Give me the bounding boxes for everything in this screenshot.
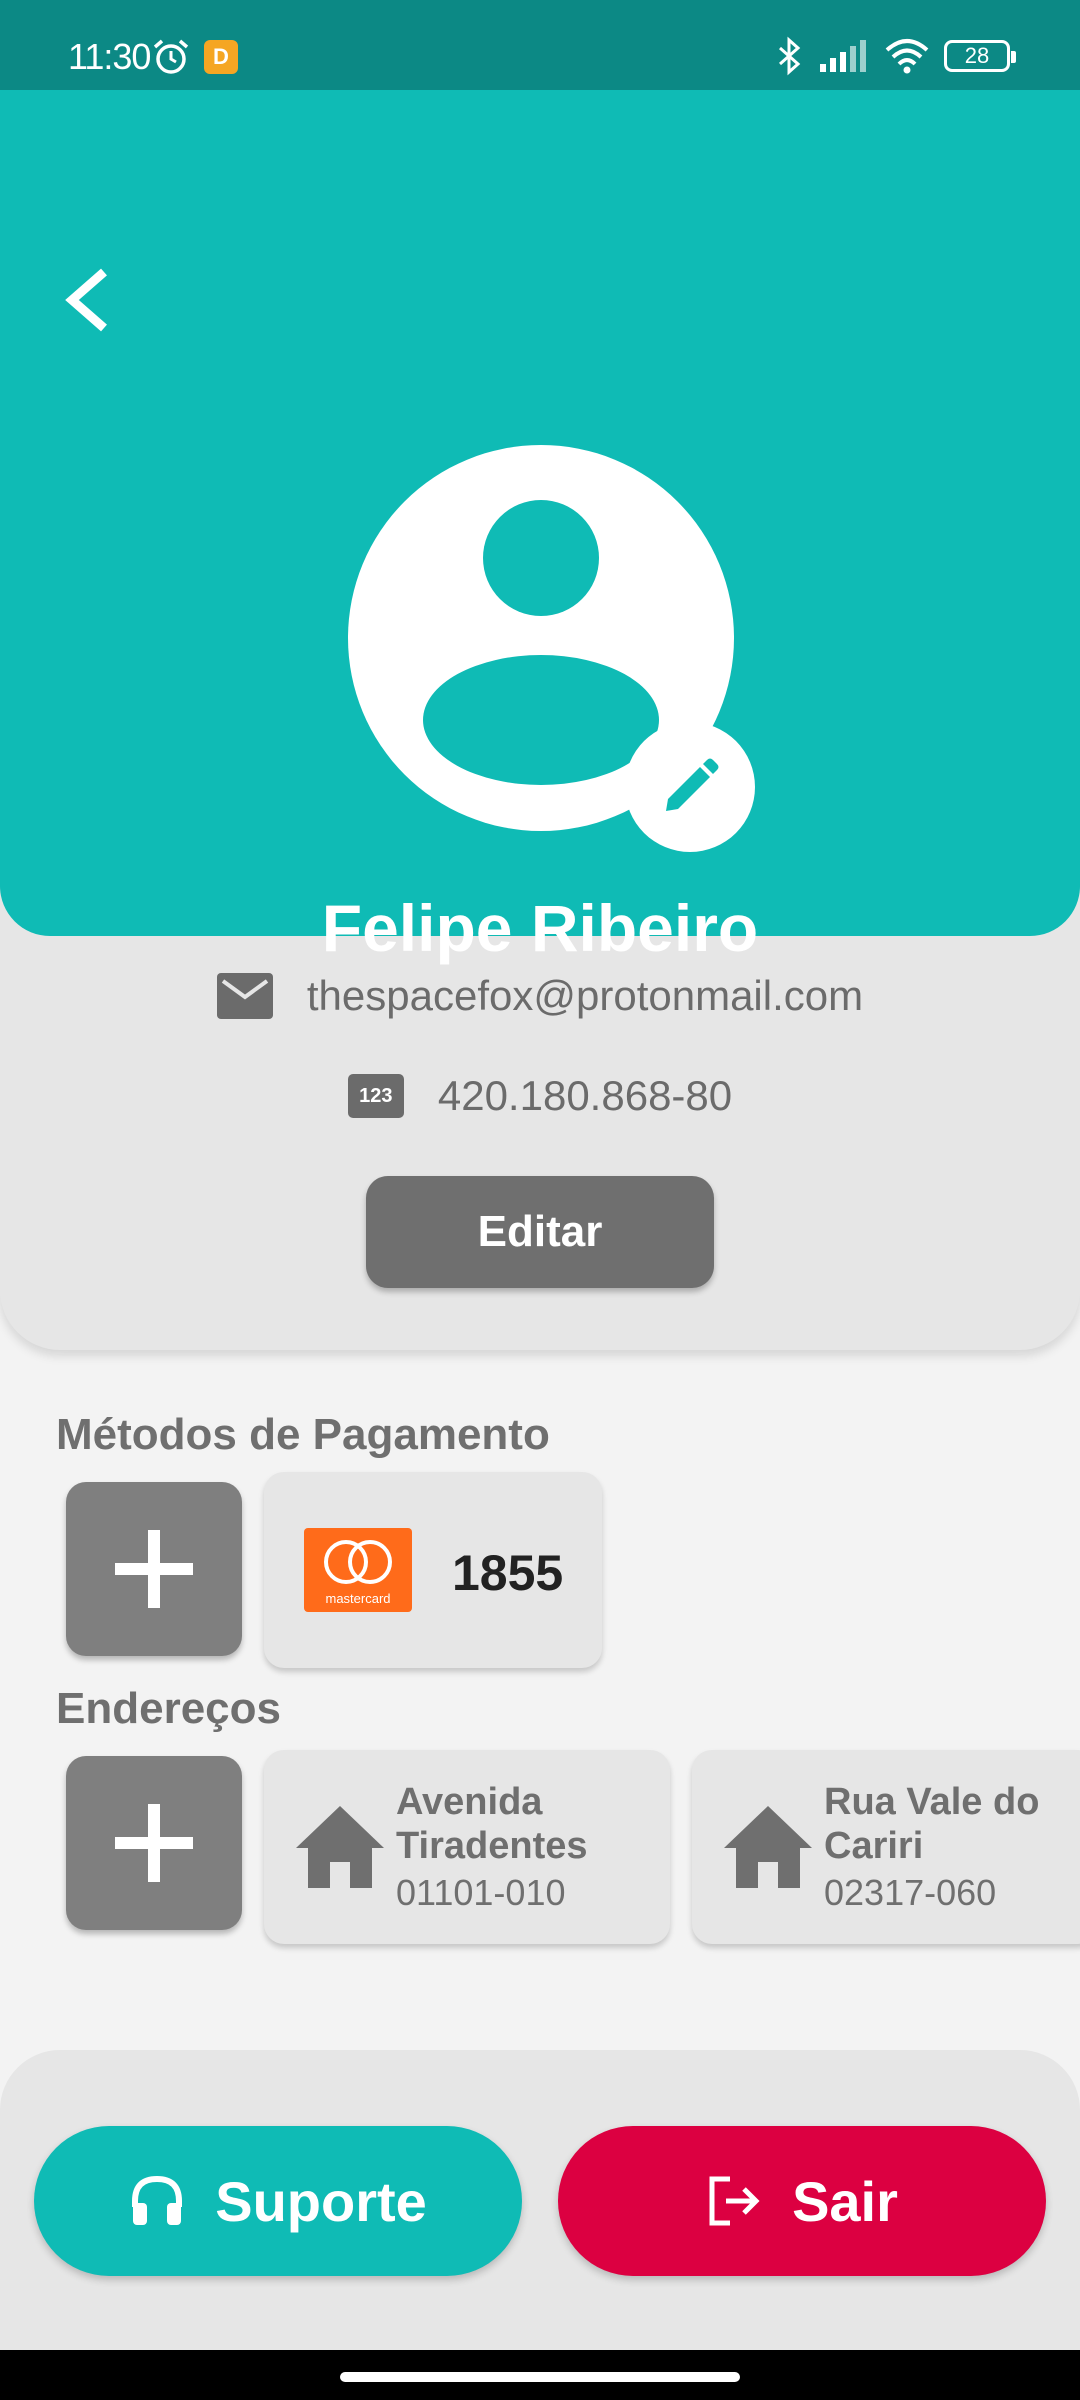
status-time: 11:30 xyxy=(68,36,151,77)
avatar-body xyxy=(423,655,659,785)
status-icons: 28 xyxy=(774,36,1016,76)
status-bar: 11:30 D 28 xyxy=(0,0,1080,90)
mastercard-circles-icon xyxy=(324,1540,392,1584)
user-name: Felipe Ribeiro xyxy=(321,891,759,965)
address-street: Avenida Tiradentes xyxy=(396,1781,588,1867)
alarm-icon xyxy=(153,39,189,74)
support-button[interactable]: Suporte xyxy=(34,2126,522,2276)
document-text: 420.180.868-80 xyxy=(437,1072,733,1119)
mastercard-logo: mastercard xyxy=(304,1528,412,1612)
address-zip: 02317-060 xyxy=(824,1872,997,1913)
id-number-icon: 123 xyxy=(347,1074,404,1118)
battery-icon: 28 xyxy=(944,40,1016,72)
logout-icon xyxy=(709,2176,760,2226)
add-payment-button[interactable] xyxy=(66,1482,242,1656)
pencil-icon xyxy=(666,758,719,811)
edit-photo-button[interactable] xyxy=(625,722,755,852)
logout-label: Sair xyxy=(792,2169,898,2233)
email-text: thespacefox@protonmail.com xyxy=(306,972,864,1019)
bluetooth-icon xyxy=(779,36,801,76)
signal-icon xyxy=(820,40,866,72)
card-last-digits: 1855 xyxy=(452,1545,564,1601)
notification-app-icon: D xyxy=(204,40,238,74)
card-brand-label: mastercard xyxy=(325,1591,391,1606)
address-zip: 01101-010 xyxy=(396,1872,566,1913)
headset-icon xyxy=(132,2175,183,2225)
home-indicator[interactable] xyxy=(340,2372,740,2382)
avatar-head xyxy=(483,500,599,616)
addresses-section-title: Endereços xyxy=(56,1684,281,1733)
address-card[interactable]: Avenida Tiradentes 01101-010 xyxy=(264,1750,670,1944)
payment-section-title: Métodos de Pagamento xyxy=(56,1410,550,1459)
wifi-icon xyxy=(885,39,929,74)
mail-icon xyxy=(216,973,273,1019)
payment-card[interactable]: mastercard 1855 xyxy=(264,1472,602,1668)
house-icon xyxy=(296,1806,384,1888)
plus-icon xyxy=(115,1530,193,1608)
house-icon xyxy=(724,1806,812,1888)
address-street: Rua Vale do Cariri xyxy=(824,1781,1040,1867)
edit-profile-button[interactable]: Editar xyxy=(366,1176,714,1288)
back-button[interactable] xyxy=(56,260,126,340)
address-card[interactable]: Rua Vale do Cariri 02317-060 xyxy=(692,1750,1080,1944)
document-row: 123 420.180.868-80 xyxy=(0,1072,1080,1120)
bottom-action-panel: Suporte Sair xyxy=(0,2050,1080,2350)
plus-icon xyxy=(115,1804,193,1882)
logout-button[interactable]: Sair xyxy=(558,2126,1046,2276)
email-row: thespacefox@protonmail.com xyxy=(0,972,1080,1020)
support-label: Suporte xyxy=(215,2169,427,2233)
profile-header: Felipe Ribeiro xyxy=(0,90,1080,965)
add-address-button[interactable] xyxy=(66,1756,242,1930)
